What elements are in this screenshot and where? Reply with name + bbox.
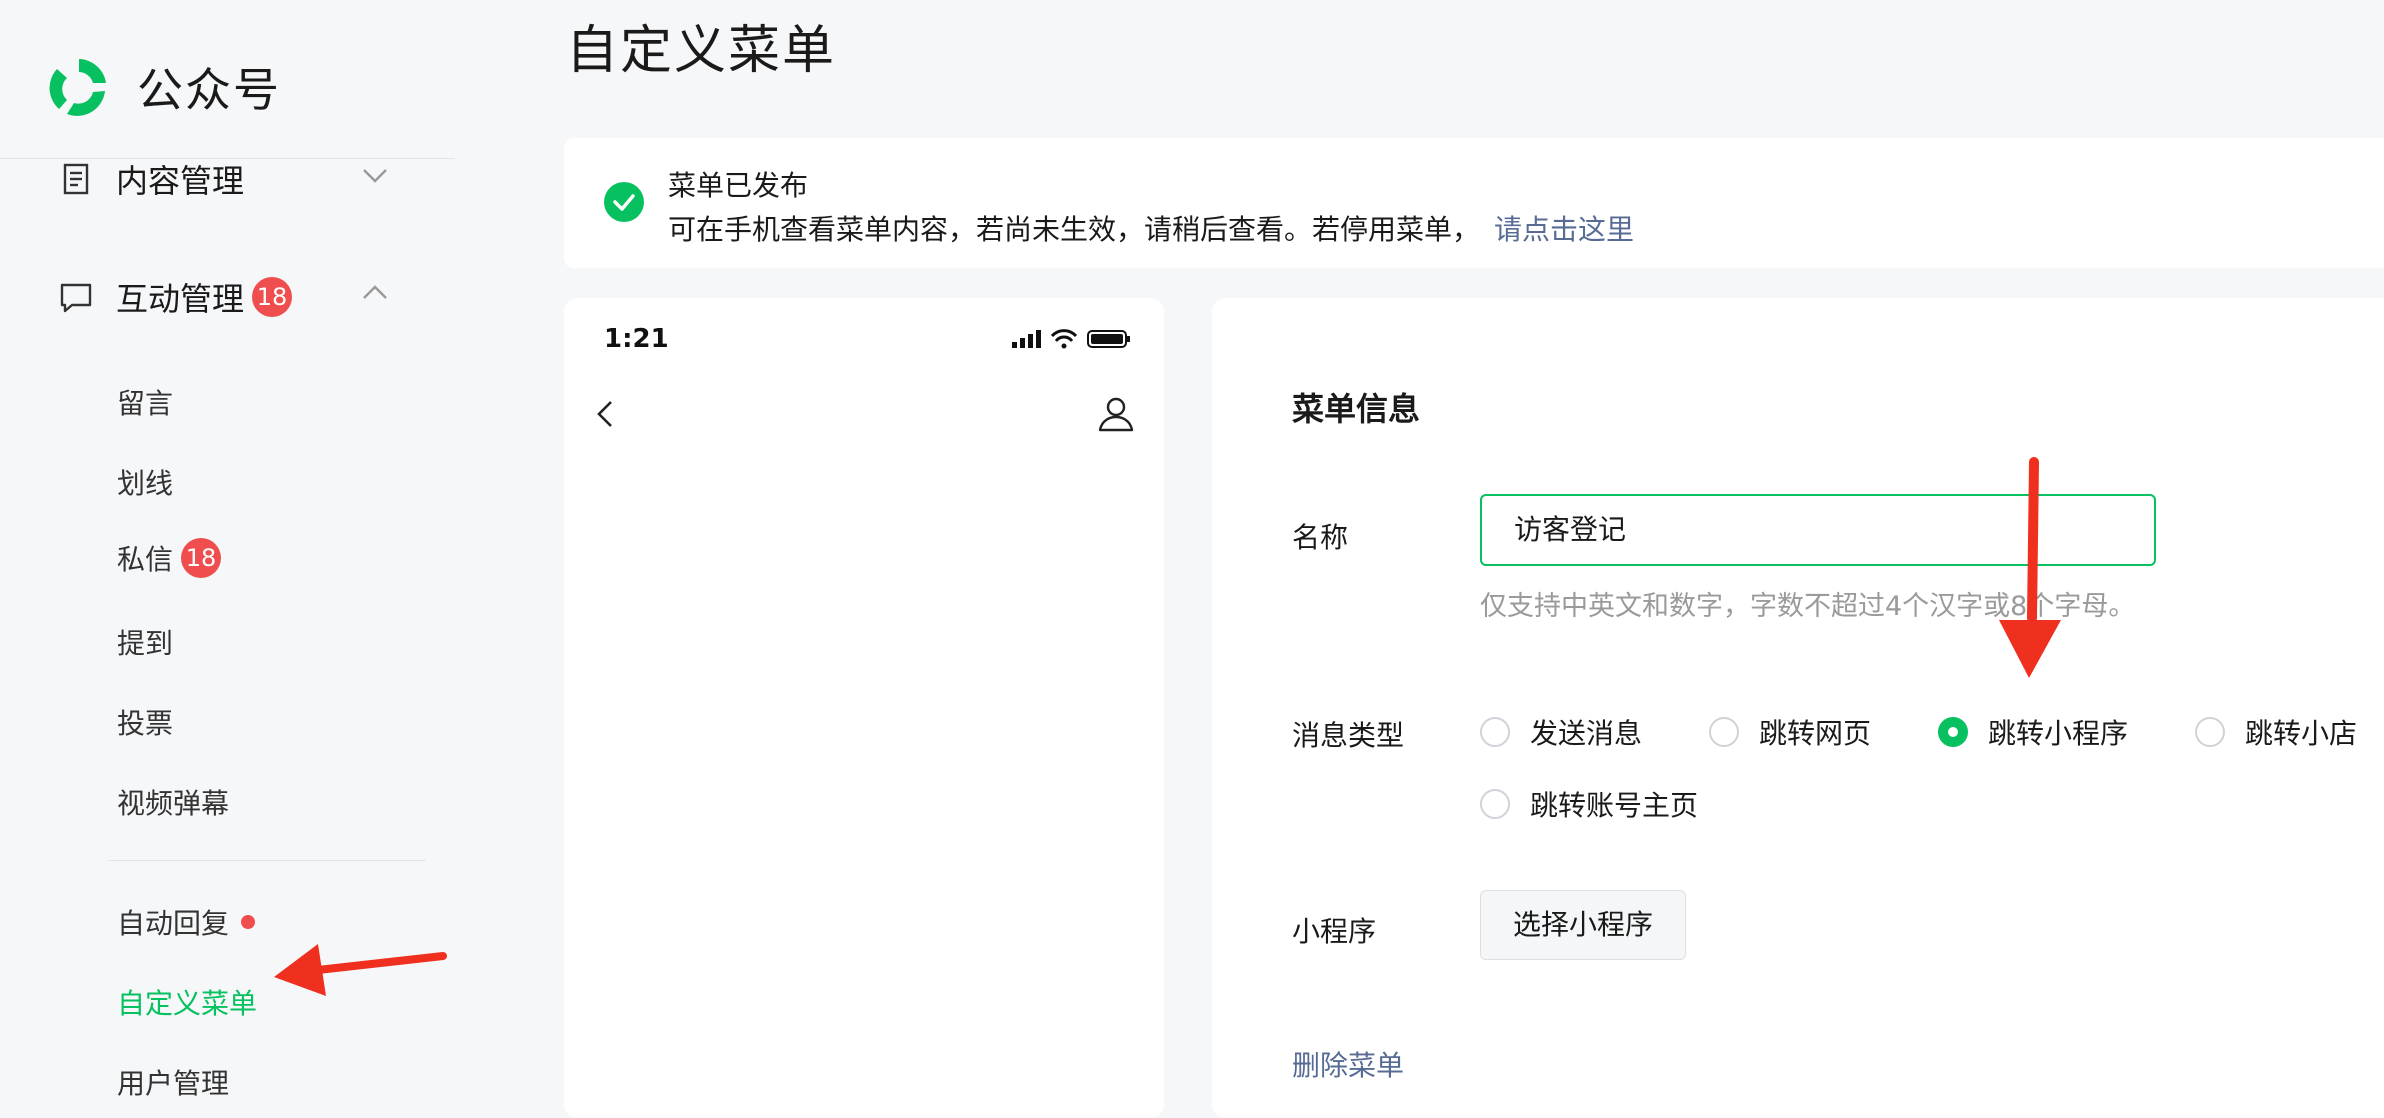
document-icon	[63, 163, 89, 195]
success-check-icon	[604, 182, 644, 222]
brand-name: 公众号	[137, 63, 281, 117]
radio-circle[interactable]	[1480, 717, 1510, 747]
sidebar-item-label: 提到	[117, 627, 174, 660]
sidebar-item-label: 私信	[117, 543, 174, 576]
unread-badge: 18	[252, 277, 293, 317]
nav-group-interaction-management[interactable]: 互动管理 18	[58, 274, 387, 320]
radio-label: 跳转小店	[2245, 717, 2358, 750]
nav-group-label: 互动管理	[116, 280, 245, 318]
sidebar-item-label: 视频弹幕	[117, 787, 230, 820]
radio-circle[interactable]	[1480, 789, 1510, 819]
select-miniprogram-button[interactable]: 选择小程序	[1480, 890, 1686, 960]
radio-circle-selected[interactable]	[1938, 717, 1968, 747]
nav-group-content-management[interactable]: 内容管理	[58, 156, 387, 202]
nav-group-label: 内容管理	[116, 162, 245, 200]
brand[interactable]: 公众号	[45, 52, 281, 122]
radio-circle[interactable]	[1709, 717, 1739, 747]
back-arrow-icon[interactable]	[588, 396, 624, 432]
unread-badge: 18	[181, 538, 222, 578]
sidebar-item-user-management[interactable]: 用户管理	[117, 1062, 229, 1102]
sidebar-item-auto-reply[interactable]: 自动回复	[117, 902, 256, 942]
divider	[108, 860, 426, 861]
chevron-up-icon[interactable]	[360, 278, 390, 308]
notice-message: 可在手机查看菜单内容，若尚未生效，请稍后查看。若停用菜单，	[668, 213, 1481, 246]
sidebar-item-label: 投票	[117, 707, 174, 740]
menu-info-panel: 菜单信息 名称 访客登记 仅支持中英文和数字，字数不超过4个汉字或8个字母。 消…	[1212, 298, 2384, 1118]
chevron-down-icon[interactable]	[360, 160, 390, 190]
chat-bubble-icon	[60, 283, 92, 313]
radio-circle[interactable]	[2195, 717, 2225, 747]
miniprogram-label: 小程序	[1292, 915, 1377, 948]
name-hint: 仅支持中英文和数字，字数不超过4个汉字或8个字母。	[1480, 591, 2136, 622]
name-label: 名称	[1292, 521, 1349, 554]
radio-open-miniprogram[interactable]: 跳转小程序	[1938, 712, 2128, 752]
sidebar-item-label: 用户管理	[117, 1067, 230, 1100]
notification-dot	[241, 915, 256, 929]
radio-label: 跳转网页	[1759, 717, 1872, 750]
user-profile-icon[interactable]	[1096, 394, 1136, 434]
sidebar: 公众号 内容管理 互动管理 18 留言 划线 私信 18 提到 投票 视频弹幕 …	[0, 0, 455, 1100]
sidebar-item-label: 自动回复	[117, 907, 230, 940]
radio-open-account-homepage[interactable]: 跳转账号主页	[1480, 784, 1698, 824]
radio-label: 跳转账号主页	[1530, 789, 1699, 822]
radio-open-webpage[interactable]: 跳转网页	[1709, 712, 1871, 752]
sidebar-item-label: 划线	[117, 467, 174, 500]
radio-open-shop[interactable]: 跳转小店	[2195, 712, 2357, 752]
radio-label: 发送消息	[1530, 717, 1643, 750]
radio-label: 跳转小程序	[1988, 717, 2129, 750]
page-title: 自定义菜单	[566, 21, 837, 81]
notice-title: 菜单已发布	[668, 169, 809, 202]
wechat-official-account-logo-icon	[49, 59, 106, 116]
sidebar-item-custom-menu[interactable]: 自定义菜单	[117, 982, 257, 1022]
sidebar-item-label: 留言	[117, 387, 174, 420]
status-bar-time: 1:21	[604, 324, 669, 354]
sidebar-item-underlines[interactable]: 划线	[117, 462, 173, 502]
sidebar-item-video-danmaku[interactable]: 视频弹幕	[117, 782, 229, 822]
status-bar-icons	[1012, 329, 1130, 349]
notice-text: 可在手机查看菜单内容，若尚未生效，请稍后查看。若停用菜单， 请点击这里	[668, 208, 1634, 248]
section-title: 菜单信息	[1292, 390, 1421, 428]
phone-preview: 1:21	[564, 298, 1164, 1118]
sidebar-item-messages[interactable]: 私信 18	[117, 538, 222, 578]
radio-send-message[interactable]: 发送消息	[1480, 712, 1642, 752]
publish-notice: 菜单已发布 可在手机查看菜单内容，若尚未生效，请稍后查看。若停用菜单， 请点击这里	[564, 138, 2384, 268]
sidebar-item-votes[interactable]: 投票	[117, 702, 173, 742]
sidebar-item-comments[interactable]: 留言	[117, 382, 173, 422]
sidebar-item-mentions[interactable]: 提到	[117, 622, 173, 662]
disable-menu-link[interactable]: 请点击这里	[1494, 213, 1634, 246]
message-type-label: 消息类型	[1292, 719, 1405, 752]
sidebar-item-label: 自定义菜单	[117, 987, 258, 1020]
menu-name-input[interactable]: 访客登记	[1480, 494, 2156, 566]
delete-menu-link[interactable]: 删除菜单	[1292, 1044, 1404, 1084]
